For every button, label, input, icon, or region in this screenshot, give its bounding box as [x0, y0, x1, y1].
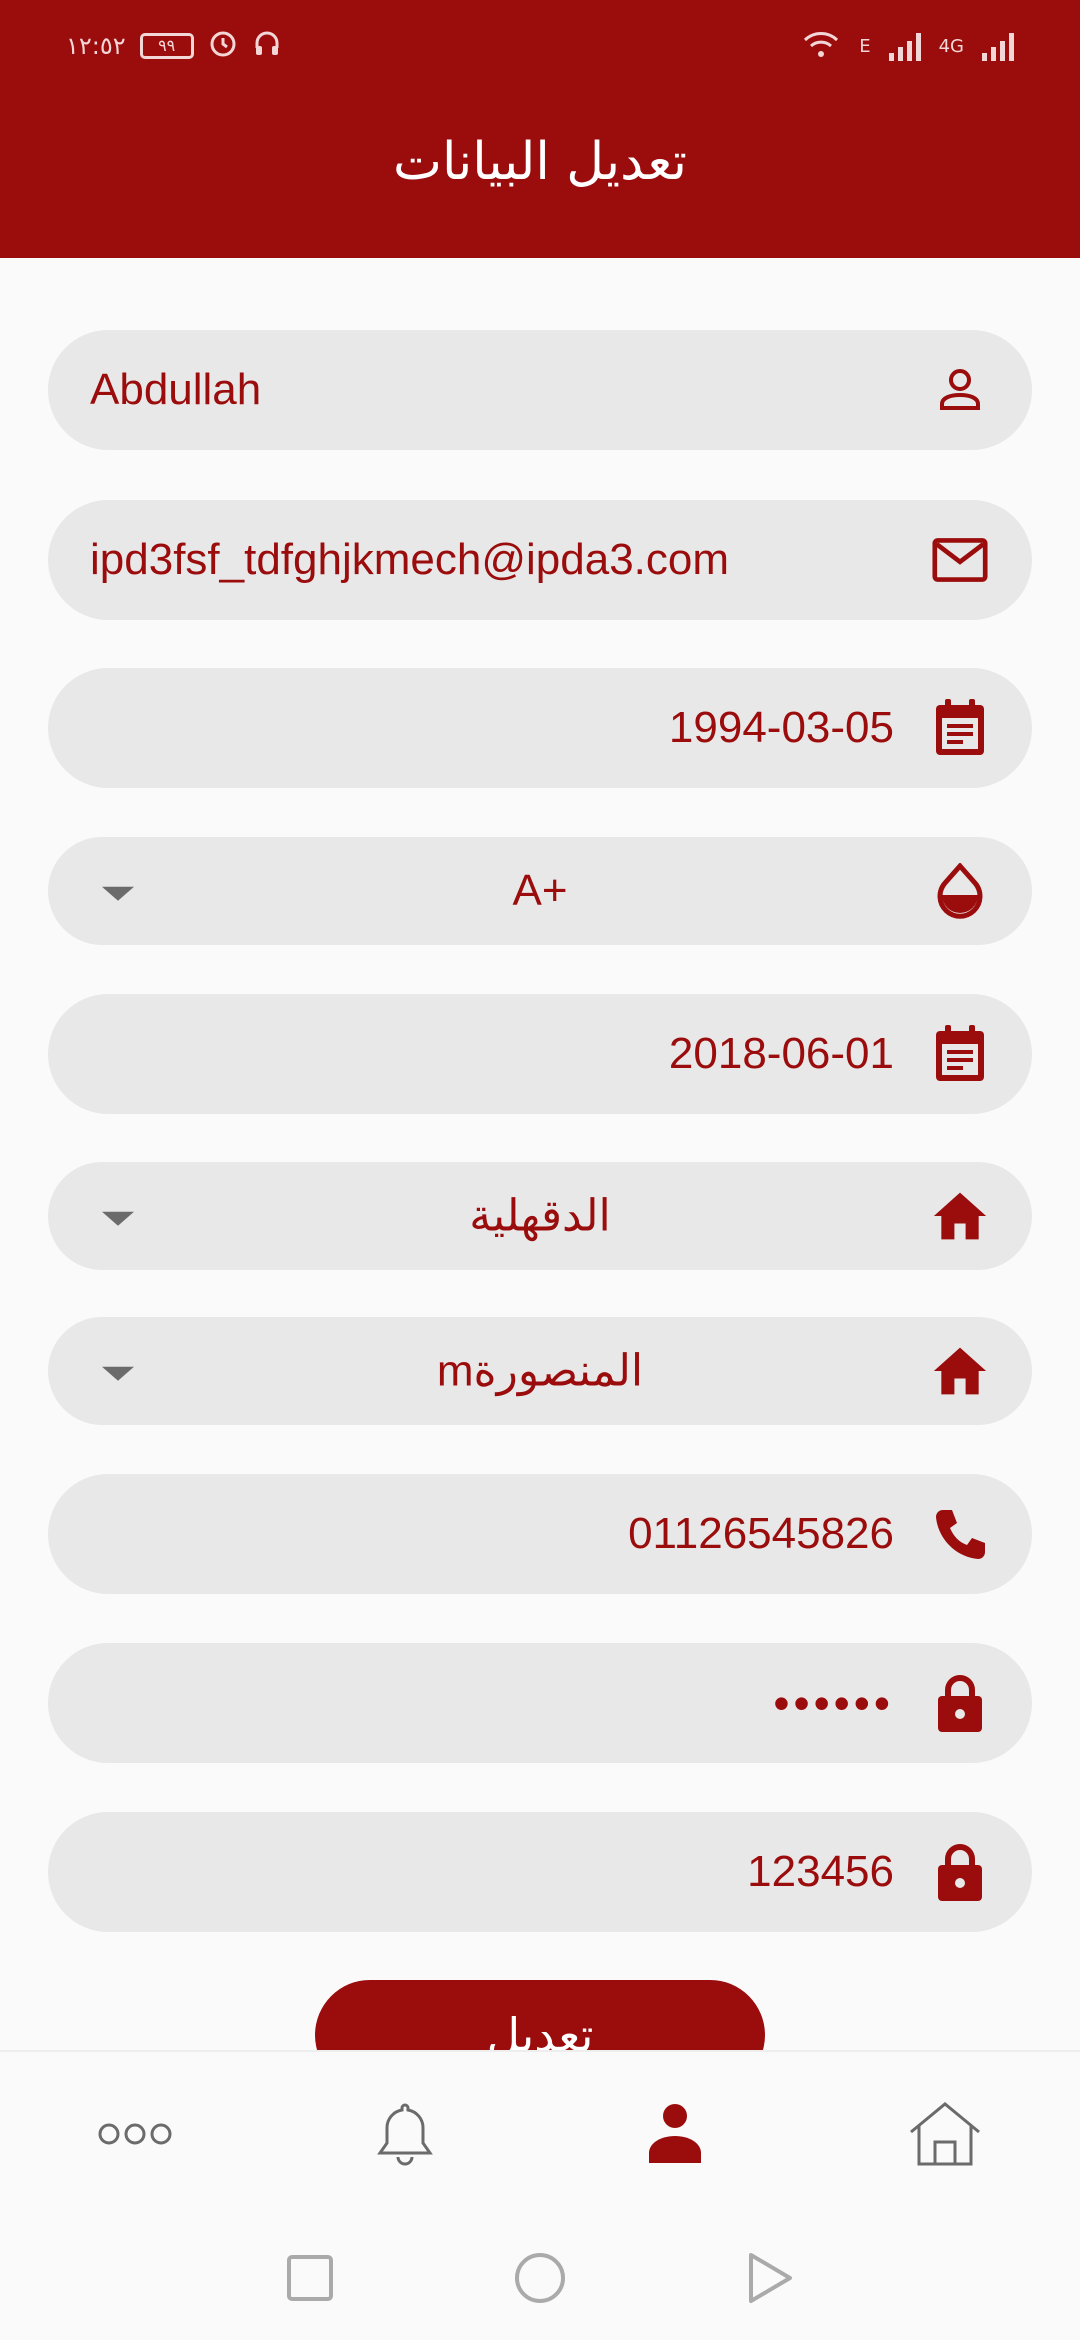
headset-icon: [252, 28, 282, 64]
password-value: ••••••: [773, 1677, 894, 1729]
phone-field[interactable]: 01126545826: [48, 1474, 1032, 1594]
blood-type-select[interactable]: A+: [48, 837, 1032, 945]
recents-icon[interactable]: [280, 2248, 340, 2308]
signal-icon-1: [888, 31, 921, 61]
drop-icon: [932, 863, 988, 919]
status-left: ١٢:٥٢ ٩٩: [66, 26, 282, 66]
alarm-icon: [208, 28, 238, 64]
last-donation-date-field[interactable]: 2018-06-01: [48, 994, 1032, 1114]
battery-icon: ٩٩: [139, 33, 194, 59]
calendar-icon: [932, 1025, 988, 1082]
lock-icon: [932, 1844, 988, 1901]
phone-value: 01126545826: [628, 1509, 894, 1558]
profile-icon[interactable]: [630, 2089, 720, 2179]
calendar-icon: [932, 699, 988, 756]
password-field[interactable]: ••••••: [48, 1643, 1032, 1763]
more-icon[interactable]: [90, 2089, 180, 2179]
birth-date-field[interactable]: 1994-03-05: [48, 668, 1032, 788]
page-title: تعديل البيانات: [392, 132, 688, 192]
network-4g-label: 4G: [938, 35, 964, 57]
birth-date-value: 1994-03-05: [668, 703, 894, 752]
email-field[interactable]: ipd3fsf_tdfghjkmech@ipda3.com: [48, 500, 1032, 620]
governorate-select[interactable]: الدقهلية: [48, 1162, 1032, 1270]
governorate-value: الدقهلية: [469, 1191, 611, 1241]
city-value: mالمنصورة: [436, 1346, 644, 1396]
bell-icon[interactable]: [360, 2089, 450, 2179]
name-field[interactable]: Abdullah: [48, 330, 1032, 450]
password-confirm-field[interactable]: 123456: [48, 1812, 1032, 1932]
blood-type-value: A+: [512, 866, 568, 915]
network-e-label: E: [859, 35, 871, 57]
city-select[interactable]: mالمنصورة: [48, 1317, 1032, 1425]
mail-icon: [932, 532, 988, 588]
clock: ١٢:٥٢: [66, 32, 126, 60]
lock-icon: [932, 1675, 988, 1732]
battery-level: ٩٩: [158, 36, 176, 55]
status-bar: ١٢:٥٢ ٩٩ E 4G: [0, 0, 1080, 88]
home-icon[interactable]: [900, 2089, 990, 2179]
password-confirm-value: 123456: [747, 1847, 894, 1896]
signal-icon-2: [982, 31, 1014, 61]
person-icon: [932, 362, 988, 418]
last-donation-date-value: 2018-06-01: [668, 1029, 894, 1078]
name-value: Abdullah: [90, 365, 262, 414]
back-icon[interactable]: [740, 2248, 800, 2308]
submit-area: تعديل: [0, 1980, 1080, 2050]
phone-icon: [932, 1506, 988, 1562]
update-button[interactable]: تعديل: [315, 1980, 765, 2050]
home-circle-icon[interactable]: [510, 2248, 570, 2308]
bottom-nav: [0, 2050, 1080, 2216]
wifi-icon: [801, 28, 841, 65]
home-icon: [932, 1343, 988, 1399]
home-icon: [932, 1188, 988, 1244]
status-right: E 4G: [801, 24, 1014, 68]
email-value: ipd3fsf_tdfghjkmech@ipda3.com: [90, 535, 730, 584]
system-nav-bar: [0, 2216, 1080, 2340]
app-bar: تعديل البيانات: [0, 88, 1080, 258]
